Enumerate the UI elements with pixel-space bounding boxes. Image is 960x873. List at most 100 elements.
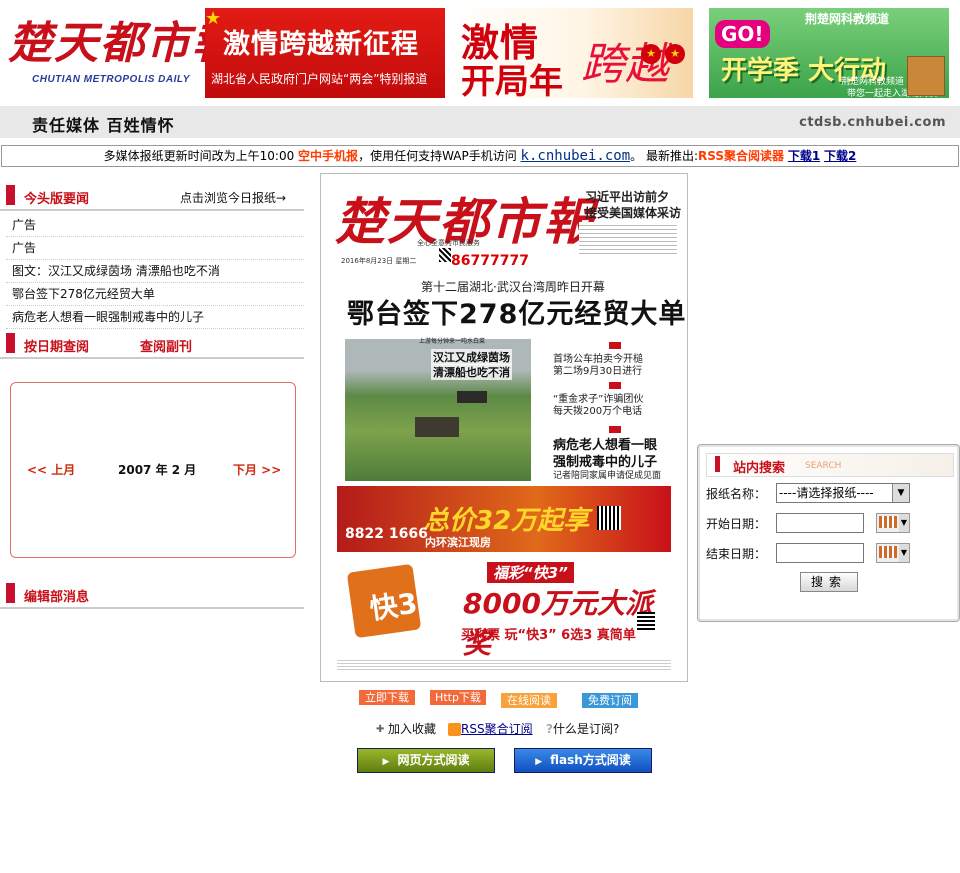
- favorite-label: 加入收藏: [388, 722, 437, 736]
- free-subscribe-button[interactable]: 免费订阅: [582, 693, 638, 708]
- paper-select[interactable]: ----请选择报纸---- ▼: [776, 483, 910, 503]
- banner-channel: 荆楚网科教频道: [805, 12, 890, 26]
- list-item[interactable]: 病危老人想看一眼强制戒毒中的儿子: [6, 306, 304, 329]
- mobile-paper-link[interactable]: 空中手机报: [298, 149, 358, 163]
- paper-headline: 鄂台签下278亿元经贸大单: [347, 299, 687, 330]
- question-icon: ?: [546, 722, 553, 736]
- notice-text: 。 最新推出:: [630, 149, 698, 163]
- banner-new-year[interactable]: 激情 跨越 开局年 ★ ★: [453, 8, 693, 98]
- side-story-line: 习近平出访前夕: [585, 190, 670, 204]
- page-tag-icon: [609, 382, 621, 389]
- start-date-calendar-button[interactable]: ▼: [876, 513, 910, 533]
- side-story-line: 接受美国媒体采访: [585, 206, 682, 220]
- qr-code-icon: [597, 506, 621, 530]
- boat-shape: [457, 391, 487, 403]
- site-logo[interactable]: 楚天都市報 CHUTIAN METROPOLIS DAILY: [8, 18, 238, 100]
- rss-subscribe-link[interactable]: RSS聚合订阅: [448, 720, 533, 737]
- paper-slogan: 全心全意为市民服务: [417, 239, 480, 247]
- download-now-button[interactable]: 立即下载: [359, 690, 415, 705]
- banner-go: GO!: [715, 20, 770, 48]
- photo-title: 汉江又成绿茵场: [431, 349, 512, 365]
- ad-top: 福彩“快3”: [487, 562, 574, 583]
- list-item[interactable]: 广告: [6, 214, 304, 237]
- body-text-lines: [579, 222, 677, 254]
- search-button[interactable]: 搜索: [800, 572, 858, 592]
- start-date-input[interactable]: [776, 513, 864, 533]
- boat-shape: [415, 417, 459, 437]
- section-marker: [6, 333, 15, 353]
- search-title: 站内搜索: [733, 461, 786, 476]
- list-item[interactable]: 鄂台签下278亿元经贸大单: [6, 283, 304, 306]
- page-tag-icon: [609, 342, 621, 349]
- favorite-link[interactable]: ✚ 加入收藏: [376, 720, 436, 737]
- notice-bar: 多媒体报纸更新时间改为上午10:00 空中手机报，使用任何支持WAP手机访问 k…: [1, 145, 959, 167]
- http-download-button[interactable]: Http下载: [430, 690, 486, 705]
- site-domain: ctdsb.cnhubei.com: [799, 115, 946, 130]
- chevron-down-icon: ▼: [892, 484, 909, 502]
- front-page-image[interactable]: 楚天都市報 全心全意为市民服务 2016年8月23日 星期二 86777777 …: [320, 173, 688, 682]
- notice-text: 多媒体报纸更新时间改为上午10:00: [103, 149, 295, 163]
- banner-subtitle: 湖北省人民政府门户网站“两会”特别报道: [211, 72, 428, 86]
- wap-url[interactable]: k.cnhubei.com: [521, 148, 631, 164]
- banner-title: 激情跨越新征程: [223, 29, 419, 60]
- story-line: 每天拨200万个电话: [553, 406, 643, 417]
- prev-month-link[interactable]: << 上月: [27, 461, 75, 478]
- banner-school-season[interactable]: GO! 荆楚网科教频道 开学季 大行动 荆楚网科教频道 带您一起走入湖北高校: [709, 8, 949, 98]
- download2-link[interactable]: 下载2: [824, 149, 856, 163]
- calendar-month: 2007 年 2 月: [118, 463, 197, 477]
- paper-select-value: ----请选择报纸----: [779, 486, 874, 500]
- ad-bottom: 买彩票 玩“快3” 6选3 真简单: [461, 628, 636, 643]
- section-marker: [6, 583, 15, 603]
- page-tag-icon: [609, 426, 621, 433]
- section-marker: [715, 456, 720, 472]
- photo-caption-top: 上游每分钟来一吨水白菜: [419, 338, 486, 345]
- end-date-calendar-button[interactable]: ▼: [876, 543, 910, 563]
- editor-news-header: 编辑部消息: [0, 581, 304, 609]
- banner-two-sessions[interactable]: ★ 激情跨越新征程 湖北省人民政府门户网站“两会”特别报道: [205, 8, 445, 98]
- paper-name-label: 报纸名称：: [706, 487, 767, 501]
- web-read-label: 网页方式阅读: [397, 753, 470, 767]
- bookmark-icon: ✚: [376, 723, 385, 735]
- calendar-icon: [879, 546, 897, 558]
- what-is-subscribe-link[interactable]: ?什么是订阅?: [546, 720, 619, 737]
- logo-main-text: 楚天都市報: [8, 18, 238, 69]
- end-date-label: 结束日期：: [706, 547, 767, 561]
- slogan: 责任媒体 百姓情怀: [32, 116, 175, 135]
- flash-read-button[interactable]: ▶ flash方式阅读: [514, 748, 652, 773]
- emblem-icon: ★: [641, 44, 661, 64]
- start-date-label: 开始日期：: [706, 517, 767, 531]
- search-title-en: SEARCH: [805, 461, 842, 471]
- site-search-panel: 站内搜索 SEARCH 报纸名称： ----请选择报纸---- ▼ 开始日期： …: [697, 444, 960, 622]
- editor-news-title: 编辑部消息: [24, 590, 90, 605]
- paper-footer-lines: [337, 658, 671, 672]
- web-read-button[interactable]: ▶ 网页方式阅读: [357, 748, 495, 773]
- list-item[interactable]: 图文：汉江又成绿茵场 清漂船也吃不消: [6, 260, 304, 283]
- cube-text: 快3: [367, 586, 420, 626]
- lottery-ad: 快3 福彩“快3” 8000万元大派奖 买彩票 玩“快3” 6选3 真简单: [337, 556, 671, 660]
- list-item[interactable]: 广告: [6, 237, 304, 260]
- arrow-right-icon: ▶: [535, 757, 543, 767]
- browse-today-link[interactable]: 点击浏览今日报纸→: [180, 189, 286, 206]
- lottery-cube-icon: 快3: [346, 563, 422, 639]
- ad-price: 总价32万起享: [423, 506, 590, 536]
- online-read-button[interactable]: 在线阅读: [501, 693, 557, 708]
- paper-phone: 86777777: [451, 253, 529, 269]
- section-marker: [6, 185, 15, 205]
- search-header: 站内搜索 SEARCH: [706, 453, 954, 477]
- arrow-right-icon: ▶: [382, 757, 390, 767]
- notice-text: ，使用任何支持WAP手机访问: [358, 149, 517, 163]
- rss-icon: [448, 723, 461, 736]
- rss-subscribe-label: RSS聚合订阅: [461, 722, 533, 736]
- download1-link[interactable]: 下载1: [788, 149, 820, 163]
- emblem-icon: ★: [665, 44, 685, 64]
- ad-phone: 8822 1666: [345, 526, 428, 542]
- rss-reader-link[interactable]: RSS聚合阅读器: [698, 149, 784, 163]
- date-query-header: 按日期查阅 查阅副刊: [0, 331, 304, 359]
- end-date-input[interactable]: [776, 543, 864, 563]
- story-line: 第二场9月30日进行: [553, 366, 643, 377]
- realestate-ad: 总价32万起享 8822 1666 内环滨江现房: [337, 486, 671, 552]
- supplement-link[interactable]: 查阅副刊: [140, 336, 192, 355]
- headlines-header: 今头版要闻 点击浏览今日报纸→: [0, 183, 304, 211]
- ad-subtitle: 内环滨江现房: [425, 536, 491, 549]
- next-month-link[interactable]: 下月 >>: [233, 461, 281, 478]
